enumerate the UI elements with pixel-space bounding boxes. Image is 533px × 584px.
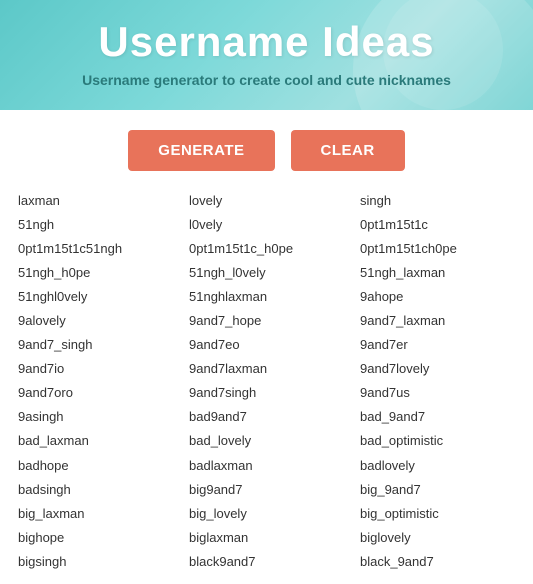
list-item: black_9and7: [360, 550, 515, 574]
list-item: l0vely: [189, 213, 344, 237]
list-item: 9and7laxman: [189, 357, 344, 381]
list-item: big_9and7: [360, 478, 515, 502]
list-item: biglaxman: [189, 526, 344, 550]
list-item: 9asingh: [18, 405, 173, 429]
list-item: bad_lovely: [189, 429, 344, 453]
username-column-1: laxman51ngh0pt1m15t1c51ngh51ngh_h0pe51ng…: [10, 189, 181, 574]
list-item: black9and7: [189, 550, 344, 574]
page-header: Username Ideas Username generator to cre…: [0, 0, 533, 110]
list-item: big9and7: [189, 478, 344, 502]
list-item: 9and7us: [360, 381, 515, 405]
list-item: bad_laxman: [18, 429, 173, 453]
list-item: bad_9and7: [360, 405, 515, 429]
list-item: 51ngh_l0vely: [189, 261, 344, 285]
action-buttons: GENERATE CLEAR: [0, 110, 533, 189]
list-item: 0pt1m15t1c_h0pe: [189, 237, 344, 261]
username-list: laxman51ngh0pt1m15t1c51ngh51ngh_h0pe51ng…: [0, 189, 533, 584]
list-item: laxman: [18, 189, 173, 213]
list-item: big_optimistic: [360, 502, 515, 526]
clear-button[interactable]: CLEAR: [291, 130, 405, 171]
list-item: 9and7io: [18, 357, 173, 381]
list-item: 51nghlaxman: [189, 285, 344, 309]
list-item: bad9and7: [189, 405, 344, 429]
list-item: 0pt1m15t1c51ngh: [18, 237, 173, 261]
page-subtitle: Username generator to create cool and cu…: [20, 72, 513, 88]
list-item: 9and7_laxman: [360, 309, 515, 333]
list-item: 9alovely: [18, 309, 173, 333]
list-item: 51ngh: [18, 213, 173, 237]
list-item: 9and7er: [360, 333, 515, 357]
list-item: bad_optimistic: [360, 429, 515, 453]
generate-button[interactable]: GENERATE: [128, 130, 274, 171]
list-item: 9and7singh: [189, 381, 344, 405]
list-item: big_laxman: [18, 502, 173, 526]
list-item: badlaxman: [189, 454, 344, 478]
list-item: 51ngh_laxman: [360, 261, 515, 285]
list-item: 0pt1m15t1ch0pe: [360, 237, 515, 261]
list-item: badlovely: [360, 454, 515, 478]
username-column-3: singh0pt1m15t1c0pt1m15t1ch0pe51ngh_laxma…: [352, 189, 523, 574]
list-item: 9and7_hope: [189, 309, 344, 333]
list-item: singh: [360, 189, 515, 213]
list-item: bighope: [18, 526, 173, 550]
page-title: Username Ideas: [20, 18, 513, 66]
list-item: 9and7_singh: [18, 333, 173, 357]
list-item: 51ngh_h0pe: [18, 261, 173, 285]
list-item: 51nghl0vely: [18, 285, 173, 309]
list-item: biglovely: [360, 526, 515, 550]
list-item: big_lovely: [189, 502, 344, 526]
list-item: 0pt1m15t1c: [360, 213, 515, 237]
list-item: lovely: [189, 189, 344, 213]
list-item: badsingh: [18, 478, 173, 502]
list-item: badhope: [18, 454, 173, 478]
username-column-2: lovelyl0vely0pt1m15t1c_h0pe51ngh_l0vely5…: [181, 189, 352, 574]
list-item: 9ahope: [360, 285, 515, 309]
list-item: 9and7eo: [189, 333, 344, 357]
list-item: 9and7oro: [18, 381, 173, 405]
list-item: bigsingh: [18, 550, 173, 574]
list-item: 9and7lovely: [360, 357, 515, 381]
